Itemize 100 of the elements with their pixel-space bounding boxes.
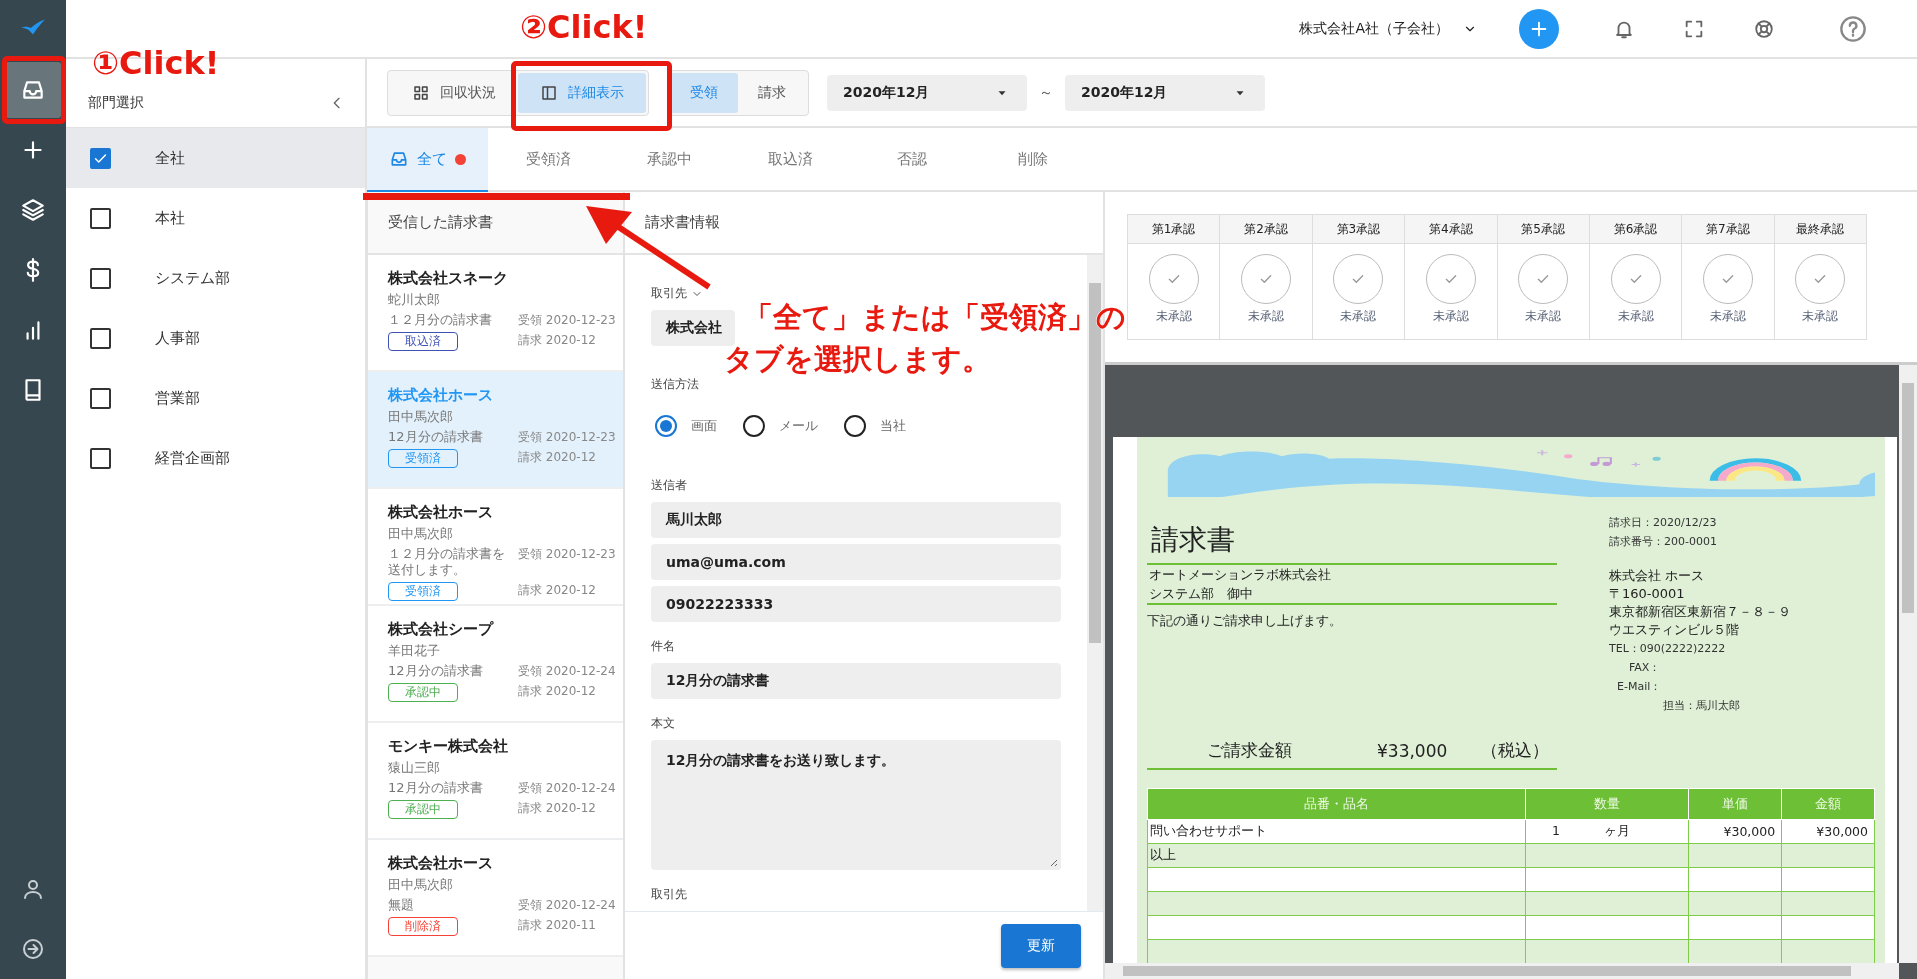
field-label: 送信方法 [651, 376, 699, 393]
invoice-list-item[interactable]: 株式会社ホース 田中馬次郎 12月分の請求書 受領 2020-12-23 受領済 請求 2020-12 [368, 372, 623, 489]
field-label: 送信者 [651, 477, 687, 494]
radio-option[interactable]: メール [743, 415, 818, 437]
month-select[interactable]: 2020年12月 [1065, 74, 1265, 111]
select-field[interactable]: 株式会社 [651, 310, 735, 346]
invoice-list-item[interactable]: 株式会社ホース 田中馬次郎 １２月分の請求書を送付します。 受領 2020-12-23 受領済 請求 2020-12 [368, 489, 623, 606]
invoice-list-item[interactable]: 株式会社ホース 田中馬次郎 無題 受領 2020-12-24 削除済 請求 2020-11 [368, 840, 623, 957]
status-tab[interactable]: 否認 [851, 128, 972, 190]
update-button[interactable]: 更新 [1001, 923, 1081, 968]
approval-step-header: 第1承認 [1128, 215, 1220, 244]
contact-line: FAX： [1628, 660, 1662, 676]
annotation-label: ②Click! [520, 8, 648, 46]
department-label: 営業部 [155, 388, 200, 408]
scrollbar[interactable] [1899, 365, 1917, 963]
view-toggle-button[interactable]: 回収状況 [390, 72, 518, 113]
approval-cell: 未承認 [1220, 244, 1312, 339]
subject-text: 無題 [388, 897, 415, 914]
recipient-line: システム部 御中 [1147, 584, 1557, 605]
department-item[interactable]: システム部 [66, 248, 365, 308]
received-date: 受領 2020-12-24 [518, 780, 616, 797]
status-tab[interactable]: 取込済 [730, 128, 851, 190]
company-name: 株式会社スネーク [388, 269, 509, 288]
approval-cell: 未承認 [1589, 244, 1682, 339]
grid-icon [412, 83, 430, 102]
checkbox[interactable] [90, 147, 111, 169]
field-label: 件名 [651, 638, 675, 655]
company-name: モンキー株式会社 [388, 737, 509, 756]
approval-cell: 未承認 [1497, 244, 1589, 339]
field-label: 取引先 [651, 886, 687, 903]
status-tab[interactable]: 削除 [972, 128, 1093, 190]
checkbox[interactable] [90, 267, 111, 289]
range-separator: ～ [1039, 83, 1053, 102]
status-tab[interactable]: 承認中 [609, 128, 730, 190]
department-label: システム部 [155, 268, 230, 288]
direction-toggle-button[interactable]: 請求 [738, 72, 806, 113]
department-item[interactable]: 本社 [66, 188, 365, 248]
textarea-field[interactable]: 12月分の請求書をお送り致します。 [651, 740, 1061, 870]
sender-address-line: ウエスティンビル５階 [1609, 621, 1740, 639]
highlight-box [2, 56, 66, 124]
status-tag: 承認中 [388, 800, 458, 819]
nav-inbox-button[interactable] [5, 62, 61, 118]
subject-text: 12月分の請求書 [388, 663, 484, 680]
status-tab[interactable]: 受領済 [488, 128, 609, 190]
department-item[interactable]: 経営企画部 [66, 428, 365, 488]
input-field[interactable]: 馬川太郎 [651, 502, 1061, 538]
department-item[interactable]: 全社 [66, 128, 365, 188]
received-date: 受領 2020-12-23 [518, 429, 616, 446]
table-cell: 1 [1552, 823, 1560, 838]
subject-text: 12月分の請求書 [388, 780, 484, 797]
sender-name: 田中馬次郎 [388, 876, 454, 894]
input-field[interactable]: 12月分の請求書 [651, 663, 1061, 699]
department-item[interactable]: 営業部 [66, 368, 365, 428]
radio-option[interactable]: 当社 [844, 415, 906, 437]
contact-line: E-Mail： [1616, 679, 1663, 695]
input-field[interactable]: uma@uma.com [651, 544, 1061, 580]
billing-month: 請求 2020-12 [518, 332, 596, 349]
approval-step-header: 第4承認 [1405, 215, 1497, 244]
scrollbar[interactable] [1105, 963, 1899, 979]
resize-grip-icon[interactable] [1048, 857, 1058, 867]
checkbox[interactable] [90, 387, 111, 409]
received-date: 受領 2020-12-23 [518, 312, 616, 329]
add-button[interactable] [1519, 8, 1559, 49]
invoice-list-item[interactable]: 株式会社シープ 羊田花子 12月分の請求書 受領 2020-12-24 承認中 請求 2020-12 [368, 606, 623, 723]
checkbox[interactable] [90, 447, 111, 469]
invoice-list-item[interactable]: モンキー株式会社 猿山三郎 12月分の請求書 受領 2020-12-24 承認中 請求 2020-12 [368, 723, 623, 840]
invoice-note: 下記の通りご請求申し上げます。 [1147, 613, 1343, 630]
help-icon[interactable] [1839, 14, 1867, 43]
sender-address-line: 〒160-0001 [1609, 585, 1686, 603]
status-tag: 承認中 [388, 683, 458, 702]
approval-cell: 未承認 [1312, 244, 1405, 339]
department-label: 全社 [155, 148, 185, 168]
checkbox[interactable] [90, 327, 111, 349]
department-label: 人事部 [155, 328, 200, 348]
status-tag: 削除済 [388, 917, 458, 936]
inbox-icon [389, 149, 409, 169]
invoice-meta: 請求番号：200-0001 [1609, 534, 1718, 550]
approval-step-header: 第5承認 [1497, 215, 1589, 244]
received-date: 受領 2020-12-24 [518, 897, 616, 914]
lifebuoy-icon[interactable] [1753, 17, 1775, 40]
checkbox[interactable] [90, 207, 111, 229]
department-item[interactable]: 人事部 [66, 308, 365, 368]
tax-note: （税込） [1481, 739, 1549, 762]
sender-address-line: 株式会社 ホース [1609, 567, 1706, 585]
panel-title: 部門選択 [88, 94, 144, 112]
department-label: 経営企画部 [155, 448, 230, 468]
field-label: 取引先 [651, 285, 687, 302]
company-dropdown[interactable]: 株式会社A社（子会社） [1299, 19, 1477, 38]
billing-month: 請求 2020-12 [518, 683, 596, 700]
billing-month: 請求 2020-12 [518, 800, 596, 817]
table-header-cell: 金額 [1781, 788, 1875, 820]
invoice-list-item[interactable]: 株式会社スネーク 蛇川太郎 １２月分の請求書 受領 2020-12-23 取込済 請求 2020-12 [368, 255, 623, 372]
radio-option[interactable]: 画面 [655, 415, 717, 437]
table-header-cell: 品番・品名 [1147, 788, 1526, 820]
month-select[interactable]: 2020年12月 [827, 74, 1027, 111]
sender-name: 羊田花子 [388, 642, 441, 660]
input-field[interactable]: 09022223333 [651, 586, 1061, 622]
user-icon [21, 877, 45, 901]
company-name: 株式会社シープ [388, 620, 495, 639]
table-header-cell: 数量 [1525, 788, 1689, 820]
